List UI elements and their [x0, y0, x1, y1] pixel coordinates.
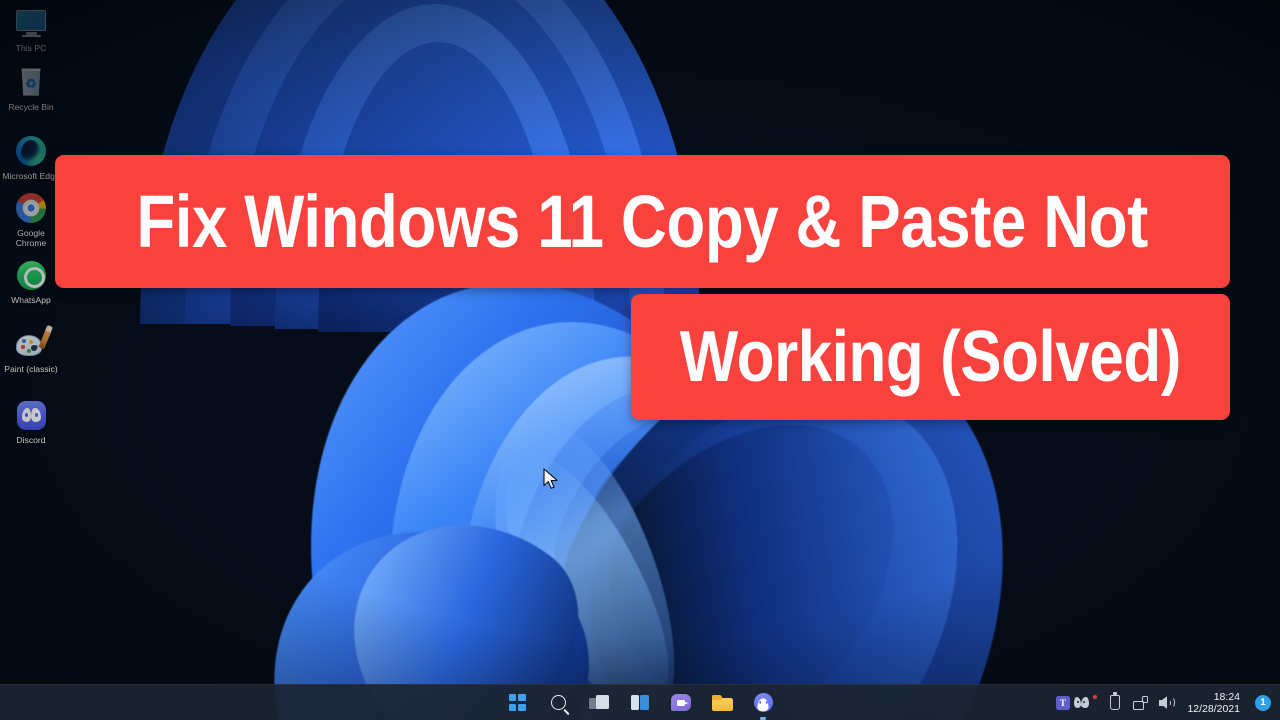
notification-badge[interactable]: 1: [1255, 694, 1271, 711]
clock[interactable]: 18:24 12/28/2021: [1187, 691, 1240, 715]
task-view-icon: [589, 694, 609, 711]
video-title-banner-line2: Working (Solved): [631, 294, 1230, 420]
speaker-icon: [1159, 696, 1175, 709]
search-icon: [550, 695, 566, 710]
recycle-bin-icon: [14, 65, 48, 99]
video-title-text-line2: Working (Solved): [679, 317, 1182, 397]
tray-safely-remove-hardware[interactable]: [1106, 692, 1123, 711]
file-explorer-button[interactable]: [710, 691, 734, 715]
desktop-icon-label: Microsoft Edge: [2, 171, 60, 181]
taskbar-center-group: [505, 691, 775, 720]
tray-discord-icon[interactable]: [1077, 693, 1099, 711]
widgets-button[interactable]: [628, 691, 652, 715]
desktop-icon-column: This PC Recycle Bin Microsoft Edge Googl…: [0, 6, 62, 455]
search-button[interactable]: [546, 691, 570, 715]
teams-icon: [1055, 695, 1070, 710]
desktop[interactable]: This PC Recycle Bin Microsoft Edge Googl…: [0, 0, 1280, 720]
teams-chat-icon: [671, 694, 691, 711]
discord-taskbar-button[interactable]: [751, 691, 775, 720]
discord-icon: [1077, 693, 1099, 709]
chat-button[interactable]: [669, 691, 693, 715]
taskbar[interactable]: 18:24 12/28/2021 1: [0, 684, 1280, 720]
desktop-icon-recycle-bin[interactable]: Recycle Bin: [0, 65, 62, 112]
network-icon: [1133, 695, 1149, 710]
discord-icon: [14, 398, 48, 432]
widgets-icon: [630, 695, 650, 710]
desktop-icon-this-pc[interactable]: This PC: [0, 6, 62, 53]
discord-icon: [753, 693, 773, 712]
desktop-icon-label: Paint (classic): [4, 364, 58, 374]
desktop-icon-discord[interactable]: Discord: [0, 398, 62, 445]
desktop-icon-microsoft-edge[interactable]: Microsoft Edge: [0, 134, 62, 181]
tray-network-button[interactable]: [1132, 694, 1149, 711]
clock-time: 18:24: [1213, 690, 1240, 703]
paint-icon: [14, 327, 52, 361]
chrome-icon: [14, 191, 48, 225]
tray-volume-button[interactable]: [1158, 694, 1175, 711]
tray-teams-icon[interactable]: [1054, 694, 1071, 711]
desktop-icon-paint-classic[interactable]: Paint (classic): [0, 327, 62, 374]
edge-icon: [14, 134, 48, 168]
desktop-icon-label: This PC: [15, 43, 47, 53]
desktop-icon-label: WhatsApp: [11, 295, 51, 305]
start-button[interactable]: [505, 691, 529, 715]
video-title-banner-line1: Fix Windows 11 Copy & Paste Not: [55, 155, 1230, 288]
desktop-icon-google-chrome[interactable]: Google Chrome: [0, 191, 62, 248]
notification-dot: [1092, 693, 1099, 700]
windows-logo-icon: [508, 694, 526, 711]
desktop-icon-whatsapp[interactable]: WhatsApp: [0, 258, 62, 305]
task-view-button[interactable]: [587, 691, 611, 715]
folder-icon: [711, 694, 733, 711]
running-indicator: [760, 717, 766, 720]
usb-icon: [1109, 692, 1120, 710]
clock-date: 12/28/2021: [1187, 702, 1240, 715]
desktop-icon-label: Recycle Bin: [8, 102, 54, 112]
monitor-icon: [14, 6, 48, 40]
video-title-text-line1: Fix Windows 11 Copy & Paste Not: [136, 180, 1149, 263]
mouse-pointer-icon: [543, 468, 558, 489]
system-tray: 18:24 12/28/2021 1: [1054, 691, 1276, 715]
whatsapp-icon: [14, 258, 48, 292]
desktop-icon-label: Google Chrome: [15, 228, 47, 248]
desktop-icon-label: Discord: [16, 435, 46, 445]
